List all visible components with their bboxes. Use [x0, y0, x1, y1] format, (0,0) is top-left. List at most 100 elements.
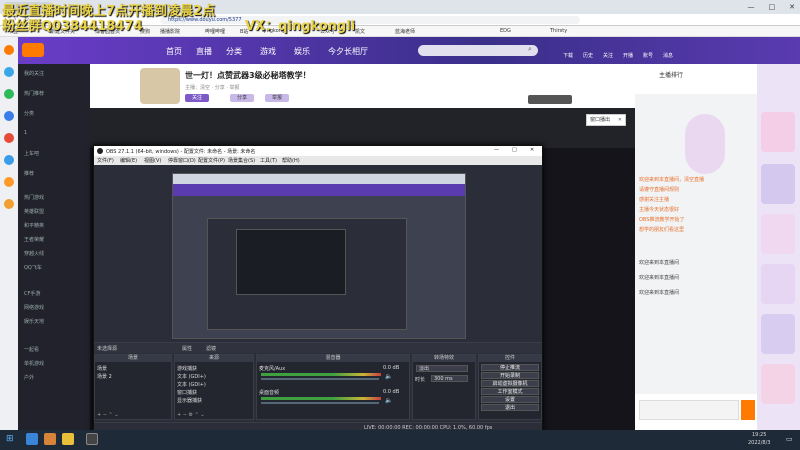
- nav-follow[interactable]: 关注: [603, 52, 613, 59]
- menu-view[interactable]: 视图(V): [144, 157, 161, 164]
- minimize-icon[interactable]: —: [494, 147, 499, 153]
- bookmark-item[interactable]: EDG: [500, 28, 511, 34]
- close-icon[interactable]: ✕: [530, 147, 534, 153]
- video-player[interactable]: [90, 108, 635, 148]
- sidebar-item[interactable]: QQ飞车: [24, 264, 42, 271]
- obs-preview[interactable]: [94, 165, 542, 342]
- ad-banner[interactable]: [761, 214, 795, 254]
- avatar[interactable]: [140, 68, 180, 104]
- add-source-icon[interactable]: + − ⚙ ⌃ ⌄: [177, 412, 205, 418]
- report-button[interactable]: 举报: [265, 94, 289, 102]
- maximize-icon[interactable]: □: [769, 3, 776, 11]
- send-button[interactable]: [741, 400, 755, 420]
- close-icon[interactable]: ✕: [789, 3, 795, 11]
- bookmark-item[interactable]: 哔哩哔哩: [205, 28, 225, 35]
- nav-live[interactable]: 直播: [196, 46, 212, 57]
- sidebar-item[interactable]: 穿越火线: [24, 250, 44, 257]
- mic-volume-slider[interactable]: [261, 378, 379, 380]
- sidebar-item[interactable]: 英雄联盟: [24, 208, 44, 215]
- ad-banner[interactable]: [761, 264, 795, 304]
- scene-item[interactable]: 场景: [97, 365, 107, 372]
- bookmark-item[interactable]: Thirsty: [550, 28, 567, 34]
- extension-icon[interactable]: [4, 177, 14, 187]
- menu-file[interactable]: 文件(F): [97, 157, 114, 164]
- menu-scene-collection[interactable]: 场景集合(S): [228, 157, 255, 164]
- menu-edit[interactable]: 编辑(E): [120, 157, 137, 164]
- menu-help[interactable]: 帮助(H): [282, 157, 300, 164]
- search-icon[interactable]: ⌕: [528, 45, 532, 54]
- sidebar-item[interactable]: 1: [24, 130, 27, 136]
- exit-button[interactable]: 退出: [481, 404, 539, 411]
- search-input[interactable]: [418, 45, 538, 56]
- source-item[interactable]: 文本 (GDI+): [177, 373, 206, 380]
- sidebar-item[interactable]: 网络游戏: [24, 304, 44, 311]
- menu-profile[interactable]: 配置文件(P): [198, 157, 225, 164]
- bookmark-live-button[interactable]: [528, 95, 572, 104]
- bookmark-item[interactable]: 蓝海老师: [395, 28, 415, 35]
- maximize-icon[interactable]: □: [512, 147, 517, 153]
- sidebar-item[interactable]: 和平精英: [24, 222, 44, 229]
- close-icon[interactable]: ✕: [618, 115, 622, 125]
- extension-icon[interactable]: [4, 67, 14, 77]
- extension-icon[interactable]: [4, 111, 14, 121]
- sidebar-item[interactable]: 单机游戏: [24, 360, 44, 367]
- douyu-logo[interactable]: [22, 43, 44, 57]
- studio-mode-button[interactable]: 工作室模式: [481, 388, 539, 395]
- windows-start-icon[interactable]: ⊞: [6, 434, 14, 444]
- add-scene-icon[interactable]: + − ⌃ ⌄: [97, 412, 119, 418]
- scene-item[interactable]: 场景 2: [97, 373, 112, 380]
- extension-icon[interactable]: [4, 89, 14, 99]
- minimize-icon[interactable]: —: [748, 3, 755, 11]
- stop-streaming-button[interactable]: 停止推流: [481, 364, 539, 371]
- sidebar-item[interactable]: 上车吧: [24, 150, 39, 157]
- ad-banner[interactable]: [761, 364, 795, 404]
- nav-category[interactable]: 分类: [226, 46, 242, 57]
- properties-button[interactable]: 属性: [182, 345, 192, 352]
- ad-banner[interactable]: [761, 314, 795, 354]
- taskbar-app-icon[interactable]: [44, 433, 56, 445]
- ad-banner[interactable]: [761, 164, 795, 204]
- nav-message[interactable]: 消息: [663, 52, 673, 59]
- source-item[interactable]: 显示器捕获: [177, 397, 202, 404]
- speaker-icon[interactable]: 🔈: [385, 397, 392, 404]
- extension-icon[interactable]: [4, 155, 14, 165]
- nav-download[interactable]: 下载: [563, 52, 573, 59]
- nav-special[interactable]: 今夕长相厅: [328, 46, 368, 57]
- taskbar-app-icon[interactable]: [62, 433, 74, 445]
- source-item[interactable]: 游戏捕获: [177, 365, 197, 372]
- sidebar-item[interactable]: CF手游: [24, 290, 40, 297]
- source-item[interactable]: 文本 (GDI+): [177, 381, 206, 388]
- sidebar-item[interactable]: 热门推荐: [24, 90, 44, 97]
- share-button[interactable]: 分享: [230, 94, 254, 102]
- bookmark-item[interactable]: 播播影院: [160, 28, 180, 35]
- nav-history[interactable]: 历史: [583, 52, 593, 59]
- extension-icon[interactable]: [4, 133, 14, 143]
- duration-input[interactable]: 300 ms: [431, 375, 468, 382]
- sidebar-item[interactable]: 推荐: [24, 170, 34, 177]
- nav-broadcast[interactable]: 开播: [623, 52, 633, 59]
- sidebar-item[interactable]: 一起看: [24, 346, 39, 353]
- nav-game[interactable]: 游戏: [260, 46, 276, 57]
- extension-icon[interactable]: [4, 199, 14, 209]
- settings-button[interactable]: 设置: [481, 396, 539, 403]
- nav-entertainment[interactable]: 娱乐: [294, 46, 310, 57]
- url-input[interactable]: https://www.douyu.com/5377: [160, 16, 580, 24]
- source-item[interactable]: 窗口捕获: [177, 389, 197, 396]
- start-recording-button[interactable]: 开始录制: [481, 372, 539, 379]
- nav-home[interactable]: 首页: [166, 46, 182, 57]
- menu-tools[interactable]: 工具(T): [260, 157, 277, 164]
- sidebar-item[interactable]: 分类: [24, 110, 34, 117]
- sidebar-item[interactable]: 王者荣耀: [24, 236, 44, 243]
- virtual-camera-button[interactable]: 启动虚拟摄像机: [481, 380, 539, 387]
- speaker-icon[interactable]: 🔈: [385, 373, 392, 380]
- chat-input[interactable]: [639, 400, 739, 420]
- sidebar-item[interactable]: 户外: [24, 374, 34, 381]
- transition-select[interactable]: 淡出: [416, 365, 468, 372]
- desktop-volume-slider[interactable]: [261, 402, 379, 404]
- popout-window-button[interactable]: 窗口播出 ✕: [586, 114, 626, 126]
- menu-docks[interactable]: 停靠窗口(D): [168, 157, 196, 164]
- sidebar-item[interactable]: 我的关注: [24, 70, 44, 77]
- follow-button[interactable]: 关注: [185, 94, 209, 102]
- filters-button[interactable]: 滤镜: [206, 345, 216, 352]
- sidebar-item[interactable]: 娱乐天地: [24, 318, 44, 325]
